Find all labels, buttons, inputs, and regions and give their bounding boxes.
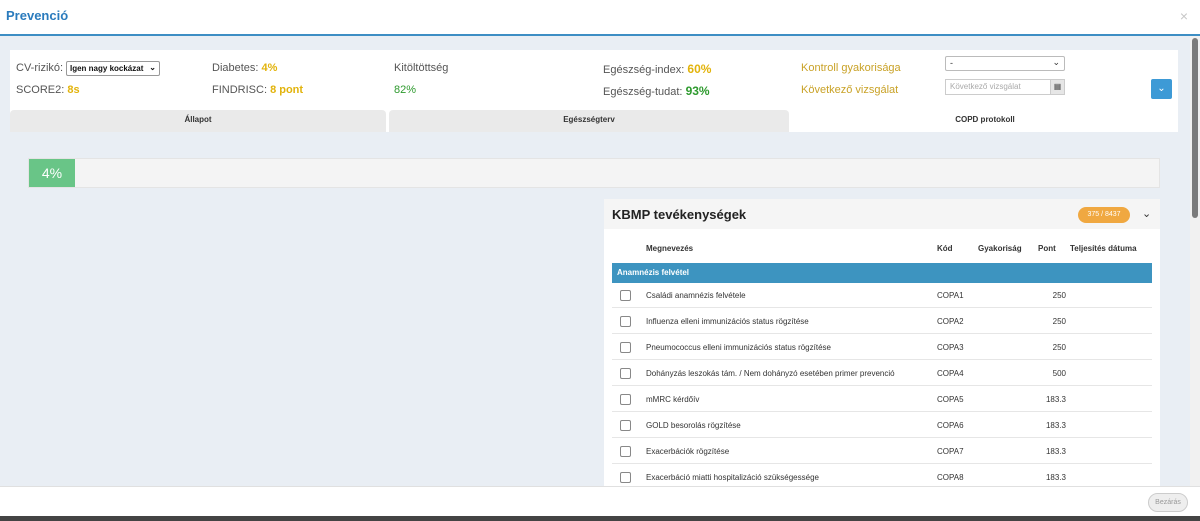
row-checkbox[interactable] (620, 446, 631, 457)
row-name: mMRC kérdőív (646, 395, 700, 404)
tab-bar: Állapot Egészségterv COPD protokoll (10, 110, 1178, 132)
section-row: Anamnézis felvétel (612, 263, 1152, 283)
score2-value: 8s (67, 84, 80, 96)
chevron-down-icon: ⌄ (1052, 57, 1060, 67)
kovetkezo-label: Következő vizsgálat (801, 84, 899, 96)
status-panel: CV-rizikó: Igen nagy kockázat ⌄ SCORE2: … (10, 50, 1178, 132)
table-row: Pneumococcus elleni immunizációs status … (612, 335, 1152, 360)
row-pont: 183.3 (1045, 473, 1066, 482)
col-header-megnevezes: Megnevezés (646, 244, 694, 253)
row-checkbox[interactable] (620, 368, 631, 379)
row-code: COPA2 (937, 317, 964, 326)
row-name: Exacerbáció miatti hospitalizáció szüksé… (646, 473, 819, 482)
modal-body: CV-rizikó: Igen nagy kockázat ⌄ SCORE2: … (0, 36, 1190, 486)
kitoltottseg-label: Kitöltöttség (394, 62, 449, 74)
row-pont: 500 (1052, 369, 1066, 378)
kbmp-title: KBMP tevékenységek (612, 207, 747, 222)
cv-risk-label: CV-rizikó: (16, 62, 64, 74)
cv-risk-select-value: Igen nagy kockázat (70, 64, 144, 73)
score2-label: SCORE2: (16, 84, 65, 96)
progress-fill: 4% (29, 159, 75, 187)
score2-field: SCORE2: 8s (16, 84, 80, 96)
col-header-gyakorisag: Gyakoriság (978, 244, 1022, 253)
row-code: COPA5 (937, 395, 964, 404)
health-index-field: Egészség-index: 60% (603, 62, 711, 76)
row-name: Influenza elleni immunizációs status rög… (646, 317, 809, 326)
health-awareness-field: Egészség-tudat: 93% (603, 84, 710, 98)
health-index-value: 60% (687, 62, 712, 76)
table-row: Influenza elleni immunizációs status rög… (612, 309, 1152, 334)
row-checkbox[interactable] (620, 420, 631, 431)
row-pont: 183.3 (1045, 421, 1066, 430)
row-pont: 183.3 (1045, 395, 1066, 404)
chevron-down-icon: ⌄ (149, 63, 156, 72)
health-index-label: Egészség-index: (603, 64, 685, 76)
table-row: GOLD besorolás rögzítése COPA6 183.3 (612, 413, 1152, 438)
findrisc-field: FINDRISC: 8 pont (212, 84, 303, 96)
diabetes-field: Diabetes: 4% (212, 62, 277, 74)
row-checkbox[interactable] (620, 342, 631, 353)
row-checkbox[interactable] (620, 472, 631, 483)
table-row: Exacerbációk rögzítése COPA7 183.3 (612, 439, 1152, 464)
expand-toggle-button[interactable]: ⌄ (1151, 79, 1172, 99)
tab-copd-protokoll[interactable]: COPD protokoll (792, 110, 1178, 132)
row-code: COPA8 (937, 473, 964, 482)
tab-allapot[interactable]: Állapot (10, 110, 386, 132)
row-name: GOLD besorolás rögzítése (646, 421, 741, 430)
row-pont: 250 (1052, 317, 1066, 326)
col-header-kod: Kód (937, 244, 953, 253)
next-exam-date-input[interactable]: Következő vizsgálat (945, 79, 1065, 95)
chevron-down-icon[interactable]: ⌄ (1142, 207, 1151, 220)
row-checkbox[interactable] (620, 316, 631, 327)
table-row: Dohányzás leszokás tám. / Nem dohányzó e… (612, 361, 1152, 386)
table-row: mMRC kérdőív COPA5 183.3 (612, 387, 1152, 412)
findrisc-value: 8 pont (270, 84, 304, 96)
row-pont: 250 (1052, 343, 1066, 352)
row-name: Pneumococcus elleni immunizációs status … (646, 343, 831, 352)
tab-egeszsegterv[interactable]: Egészségterv (389, 110, 789, 132)
diabetes-label: Diabetes: (212, 62, 259, 74)
modal-title: Prevenció (6, 8, 69, 23)
close-icon[interactable]: × (1180, 8, 1188, 24)
calendar-icon[interactable]: ▦ (1050, 79, 1065, 95)
col-header-teljesites-datuma: Teljesítés dátuma (1070, 244, 1137, 253)
chevron-down-icon: ⌄ (1157, 83, 1166, 94)
row-name: Exacerbációk rögzítése (646, 447, 730, 456)
findrisc-label: FINDRISC: (212, 84, 267, 96)
row-code: COPA1 (937, 291, 964, 300)
health-awareness-label: Egészség-tudat: (603, 86, 683, 98)
kontroll-select[interactable]: - ⌄ (945, 56, 1065, 71)
kbmp-header[interactable]: KBMP tevékenységek 375 / 8437 ⌄ (604, 199, 1160, 229)
row-code: COPA4 (937, 369, 964, 378)
row-checkbox[interactable] (620, 394, 631, 405)
col-header-pont: Pont (1038, 244, 1056, 253)
kontroll-select-value: - (950, 58, 953, 68)
modal-footer: Bezárás (0, 486, 1200, 516)
row-checkbox[interactable] (620, 290, 631, 301)
row-code: COPA3 (937, 343, 964, 352)
close-button[interactable]: Bezárás (1148, 493, 1188, 512)
row-code: COPA7 (937, 447, 964, 456)
kitoltottseg-value: 82% (394, 84, 417, 96)
row-pont: 183.3 (1045, 447, 1066, 456)
table-row: Családi anamnézis felvétele COPA1 250 (612, 283, 1152, 308)
table-row: Exacerbáció miatti hospitalizáció szüksé… (612, 465, 1152, 486)
bottom-strip (0, 516, 1200, 521)
scrollbar[interactable] (1190, 36, 1200, 486)
row-name: Családi anamnézis felvétele (646, 291, 746, 300)
cv-risk-select[interactable]: Igen nagy kockázat ⌄ (66, 61, 160, 76)
kbmp-score-badge: 375 / 8437 (1078, 207, 1130, 223)
scrollbar-thumb[interactable] (1192, 38, 1198, 218)
kontroll-label: Kontroll gyakorisága (801, 62, 901, 74)
health-awareness-value: 93% (685, 84, 710, 98)
row-pont: 250 (1052, 291, 1066, 300)
row-name: Dohányzás leszokás tám. / Nem dohányzó e… (646, 369, 895, 378)
diabetes-value: 4% (261, 62, 278, 74)
kbmp-panel: KBMP tevékenységek 375 / 8437 ⌄ Megnevez… (604, 199, 1160, 486)
completion-progress-bar: 4% (28, 158, 1160, 188)
row-code: COPA6 (937, 421, 964, 430)
modal-header: Prevenció × (0, 0, 1200, 36)
